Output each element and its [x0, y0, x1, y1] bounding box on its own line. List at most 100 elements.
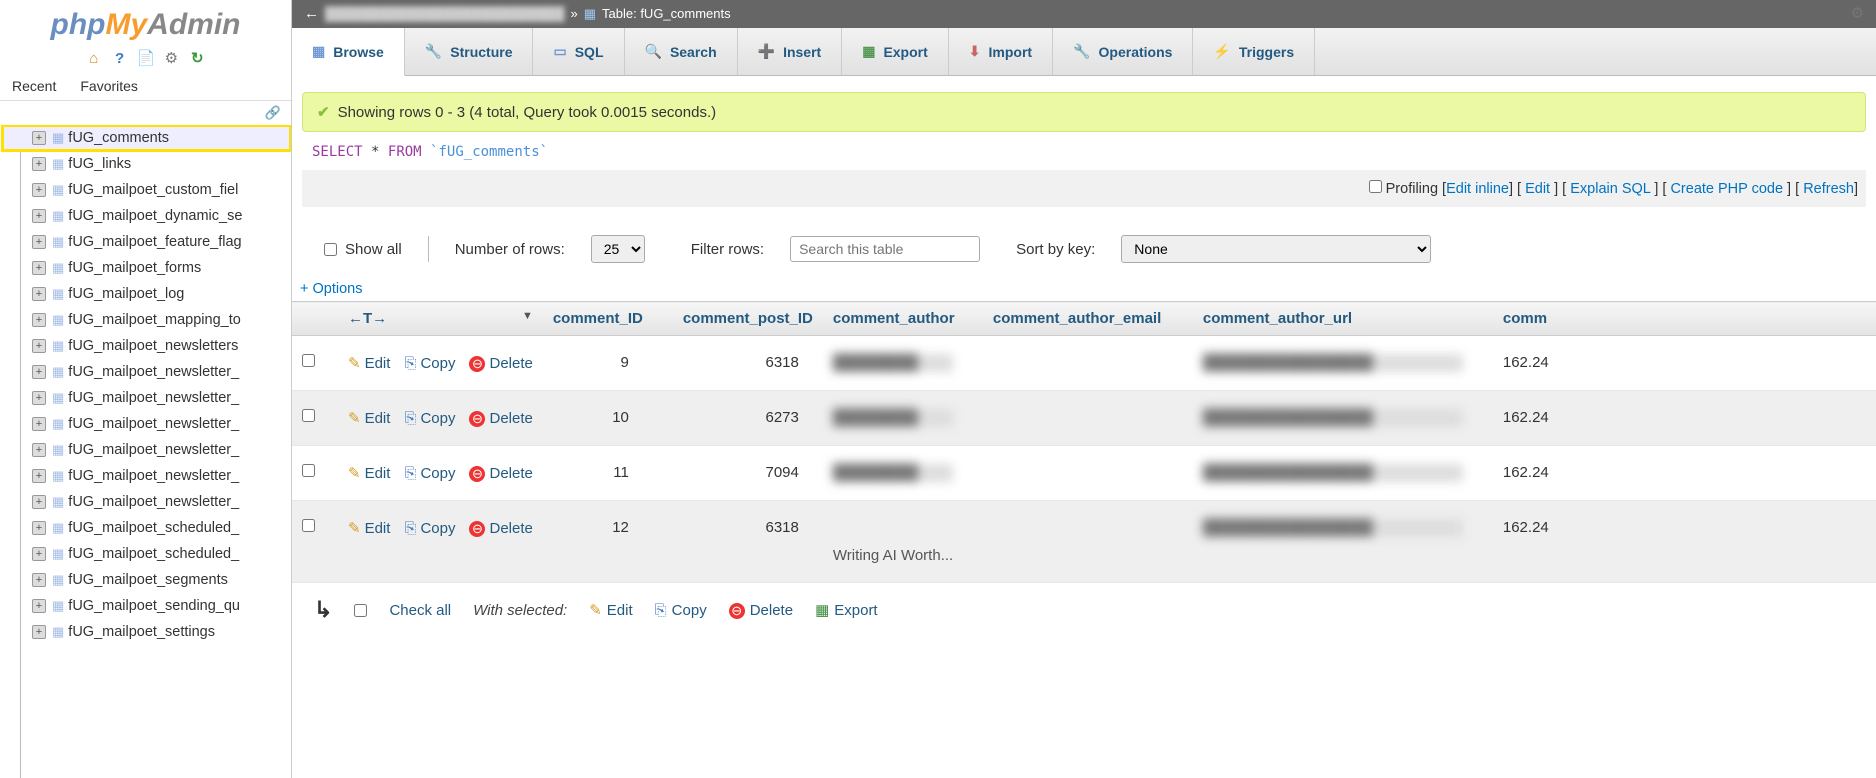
refresh-link[interactable]: Refresh — [1803, 181, 1854, 197]
docs-icon[interactable] — [137, 50, 155, 68]
check-all-checkbox[interactable] — [354, 604, 367, 617]
bulk-copy[interactable]: Copy — [655, 602, 707, 619]
tree-item-fUG_mailpoet_dynamic_se[interactable]: +fUG_mailpoet_dynamic_se — [2, 203, 291, 229]
col-comment-author-email[interactable]: comment_author_email — [983, 302, 1193, 336]
expand-icon[interactable]: + — [32, 521, 46, 535]
edit-sql-link[interactable]: Edit — [1525, 181, 1550, 197]
tree-item-fUG_mailpoet_newsletters[interactable]: +fUG_mailpoet_newsletters — [2, 333, 291, 359]
expand-icon[interactable]: + — [32, 287, 46, 301]
check-all-link[interactable]: Check all — [389, 602, 451, 619]
bulk-export[interactable]: Export — [815, 601, 878, 619]
settings-icon[interactable] — [162, 50, 180, 68]
tab-structure[interactable]: Structure — [405, 28, 534, 75]
tab-operations[interactable]: Operations — [1053, 28, 1193, 75]
home-icon[interactable] — [85, 50, 103, 68]
col-comment-next[interactable]: comm — [1493, 302, 1876, 336]
filter-input[interactable] — [790, 236, 980, 262]
explain-sql-link[interactable]: Explain SQL — [1570, 181, 1650, 197]
col-comment-post-id[interactable]: comment_post_ID — [653, 302, 823, 336]
expand-icon[interactable]: + — [32, 573, 46, 587]
page-settings-icon[interactable] — [1851, 0, 1864, 28]
expand-icon[interactable]: + — [32, 469, 46, 483]
expand-icon[interactable]: + — [32, 339, 46, 353]
sort-select[interactable]: None — [1121, 235, 1431, 263]
tree-item-fUG_comments[interactable]: +fUG_comments — [2, 125, 291, 151]
tree-item-fUG_mailpoet_scheduled_[interactable]: +fUG_mailpoet_scheduled_ — [2, 541, 291, 567]
numrows-select[interactable]: 25 — [591, 235, 645, 263]
row-delete[interactable]: Delete — [469, 520, 532, 537]
tree-item-fUG_mailpoet_newsletter_[interactable]: +fUG_mailpoet_newsletter_ — [2, 489, 291, 515]
tab-recent[interactable]: Recent — [0, 72, 68, 100]
col-comment-id[interactable]: comment_ID — [543, 302, 653, 336]
tab-triggers[interactable]: Triggers — [1193, 28, 1315, 75]
tree-item-fUG_mailpoet_sending_qu[interactable]: +fUG_mailpoet_sending_qu — [2, 593, 291, 619]
create-php-link[interactable]: Create PHP code — [1670, 181, 1783, 197]
tree-item-fUG_mailpoet_newsletter_[interactable]: +fUG_mailpoet_newsletter_ — [2, 385, 291, 411]
expand-icon[interactable]: + — [32, 417, 46, 431]
row-edit[interactable]: Edit — [348, 519, 390, 537]
expand-icon[interactable]: + — [32, 183, 46, 197]
row-checkbox[interactable] — [302, 354, 315, 367]
row-delete[interactable]: Delete — [469, 355, 532, 372]
bulk-edit[interactable]: Edit — [589, 601, 632, 619]
row-edit[interactable]: Edit — [348, 354, 390, 372]
row-delete[interactable]: Delete — [469, 465, 532, 482]
row-checkbox[interactable] — [302, 464, 315, 477]
tree-item-fUG_mailpoet_newsletter_[interactable]: +fUG_mailpoet_newsletter_ — [2, 359, 291, 385]
row-copy[interactable]: Copy — [404, 355, 455, 372]
tree-item-fUG_mailpoet_feature_flag[interactable]: +fUG_mailpoet_feature_flag — [2, 229, 291, 255]
expand-icon[interactable]: + — [32, 443, 46, 457]
tab-favorites[interactable]: Favorites — [68, 72, 150, 100]
expand-icon[interactable]: + — [32, 495, 46, 509]
tab-export[interactable]: Export — [842, 28, 949, 75]
tab-browse[interactable]: Browse — [292, 28, 405, 76]
link-icon[interactable] — [265, 105, 281, 120]
expand-icon[interactable]: + — [32, 625, 46, 639]
bulk-delete[interactable]: Delete — [729, 602, 793, 619]
tree-item-fUG_mailpoet_newsletter_[interactable]: +fUG_mailpoet_newsletter_ — [2, 463, 291, 489]
tree-item-fUG_mailpoet_newsletter_[interactable]: +fUG_mailpoet_newsletter_ — [2, 411, 291, 437]
options-toggle[interactable]: + Options — [292, 281, 1876, 301]
col-comment-author[interactable]: comment_author — [823, 302, 983, 336]
expand-icon[interactable]: + — [32, 313, 46, 327]
expand-icon[interactable]: + — [32, 209, 46, 223]
back-arrow-icon[interactable]: ← — [304, 0, 319, 28]
row-edit[interactable]: Edit — [348, 464, 390, 482]
tab-insert[interactable]: Insert — [738, 28, 843, 75]
tab-sql[interactable]: SQL — [533, 28, 624, 75]
tree-item-fUG_mailpoet_forms[interactable]: +fUG_mailpoet_forms — [2, 255, 291, 281]
tree-item-fUG_mailpoet_segments[interactable]: +fUG_mailpoet_segments — [2, 567, 291, 593]
tab-search[interactable]: Search — [625, 28, 738, 75]
tree-item-fUG_mailpoet_mapping_to[interactable]: +fUG_mailpoet_mapping_to — [2, 307, 291, 333]
expand-icon[interactable]: + — [32, 365, 46, 379]
row-checkbox[interactable] — [302, 519, 315, 532]
expand-icon[interactable]: + — [32, 157, 46, 171]
row-copy[interactable]: Copy — [404, 520, 455, 537]
expand-icon[interactable]: + — [32, 547, 46, 561]
row-copy[interactable]: Copy — [404, 410, 455, 427]
row-edit[interactable]: Edit — [348, 409, 390, 427]
tree-item-fUG_links[interactable]: +fUG_links — [2, 151, 291, 177]
logo[interactable]: phpMyAdmin — [0, 0, 291, 46]
edit-inline-link[interactable]: Edit inline — [1446, 181, 1509, 197]
tab-import[interactable]: Import — [949, 28, 1053, 75]
col-comment-author-url[interactable]: comment_author_url — [1193, 302, 1493, 336]
row-checkbox[interactable] — [302, 409, 315, 422]
expand-icon[interactable]: + — [32, 235, 46, 249]
help-icon[interactable] — [111, 50, 129, 68]
tree-item-fUG_mailpoet_custom_fiel[interactable]: +fUG_mailpoet_custom_fiel — [2, 177, 291, 203]
show-all-checkbox[interactable] — [324, 243, 337, 256]
reload-icon[interactable] — [188, 50, 206, 68]
tree-item-fUG_mailpoet_newsletter_[interactable]: +fUG_mailpoet_newsletter_ — [2, 437, 291, 463]
tree-item-fUG_mailpoet_settings[interactable]: +fUG_mailpoet_settings — [2, 619, 291, 645]
expand-icon[interactable]: + — [32, 131, 46, 145]
expand-icon[interactable]: + — [32, 599, 46, 613]
expand-icon[interactable]: + — [32, 261, 46, 275]
profiling-checkbox[interactable] — [1369, 180, 1382, 193]
tree-item-fUG_mailpoet_scheduled_[interactable]: +fUG_mailpoet_scheduled_ — [2, 515, 291, 541]
tree-item-fUG_mailpoet_log[interactable]: +fUG_mailpoet_log — [2, 281, 291, 307]
expand-icon[interactable]: + — [32, 391, 46, 405]
row-copy[interactable]: Copy — [404, 465, 455, 482]
table-tree[interactable]: ▲ +fUG_comments+fUG_links+fUG_mailpoet_c… — [0, 125, 291, 778]
row-delete[interactable]: Delete — [469, 410, 532, 427]
